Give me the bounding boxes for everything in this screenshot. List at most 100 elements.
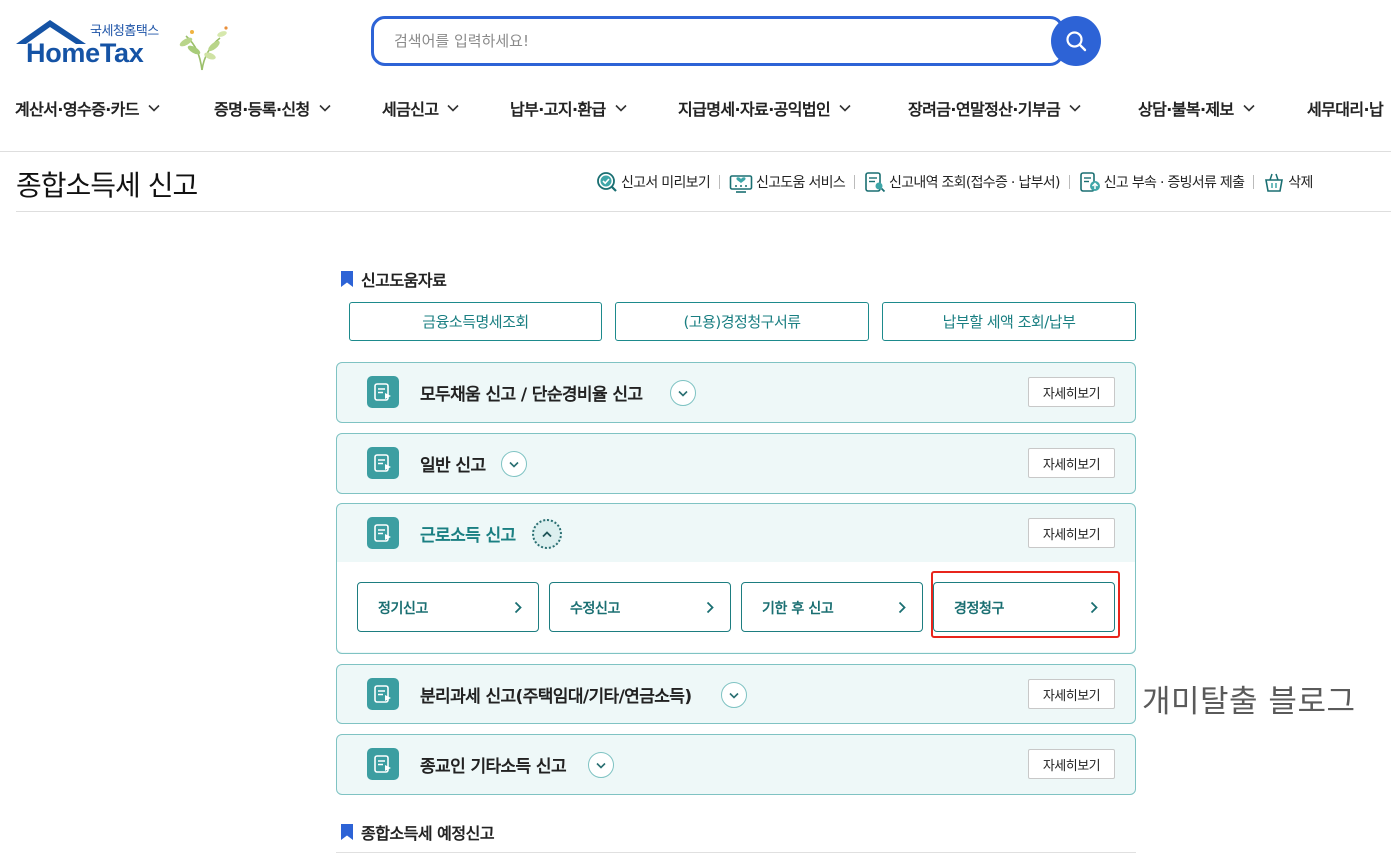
chevron-right-icon <box>514 601 522 614</box>
option-label: 경정청구 <box>954 601 1004 617</box>
accordion-earned-income-return: 근로소득 신고 자세히보기 정기신고 수정신고 기한 후 신고 경정청구 <box>336 503 1136 654</box>
expand-toggle[interactable] <box>670 380 696 406</box>
correction-claim-button[interactable]: 경정청구 <box>933 582 1115 632</box>
nav-label: 장려금·연말정산·기부금 <box>908 100 1061 119</box>
nav-divider <box>0 151 1391 152</box>
nav-item-certificate[interactable]: 증명·등록·신청 <box>214 96 331 120</box>
doc-search-icon <box>865 172 886 193</box>
nav-label: 지급명세·자료·공익법인 <box>678 100 831 119</box>
util-label: 신고도움 서비스 <box>756 175 846 191</box>
plant-icon <box>179 26 228 71</box>
chevron-down-icon <box>839 104 851 112</box>
search-bar <box>371 16 1064 66</box>
section-divider <box>336 852 1136 853</box>
basket-icon <box>1265 173 1284 192</box>
preview-form-link[interactable]: 신고서 미리보기 <box>596 171 711 193</box>
nav-item-invoice[interactable]: 계산서·영수증·카드 <box>15 96 160 120</box>
util-separator <box>1253 175 1255 189</box>
view-details-button[interactable]: 자세히보기 <box>1028 448 1115 478</box>
help-materials-heading: 신고도움자료 <box>340 267 447 291</box>
accordion-simple-return: 모두채움 신고 / 단순경비율 신고 자세히보기 <box>336 362 1136 423</box>
search-button[interactable] <box>1051 16 1101 66</box>
accordion-title: 일반 신고 <box>420 456 486 476</box>
regular-return-button[interactable]: 정기신고 <box>357 582 539 632</box>
nav-label: 증명·등록·신청 <box>214 100 310 119</box>
chevron-down-icon <box>509 461 519 468</box>
view-details-button[interactable]: 자세히보기 <box>1028 749 1115 779</box>
late-return-button[interactable]: 기한 후 신고 <box>741 582 923 632</box>
nav-item-agent[interactable]: 세무대리·납 <box>1307 96 1384 120</box>
chevron-right-icon <box>1090 601 1098 614</box>
utility-links: 신고서 미리보기 신고도움 서비스 신고내역 조회(접수증 · 납부서) 신고 … <box>596 170 1313 194</box>
help-service-link[interactable]: 신고도움 서비스 <box>729 171 846 193</box>
logo-subtitle: 국세청홈택스 <box>90 24 159 39</box>
accordion-general-return: 일반 신고 자세히보기 <box>336 433 1136 494</box>
accordion-religious-income-return: 종교인 기타소득 신고 자세히보기 <box>336 734 1136 795</box>
title-divider <box>16 211 1391 212</box>
accordion-title: 분리과세 신고(주택임대/기타/연금소득) <box>420 687 692 707</box>
chevron-down-icon <box>615 104 627 112</box>
tax-payment-lookup-button[interactable]: 납부할 세액 조회/납부 <box>882 302 1136 341</box>
util-separator <box>1068 175 1070 189</box>
page-title: 종합소득세 신고 <box>16 169 198 202</box>
view-details-button[interactable]: 자세히보기 <box>1028 518 1115 548</box>
nav-item-payment[interactable]: 납부·고지·환급 <box>510 96 627 120</box>
accordion-header[interactable]: 근로소득 신고 자세히보기 <box>337 504 1135 562</box>
nav-item-consulting[interactable]: 상담·불복·제보 <box>1138 96 1255 120</box>
document-icon <box>367 748 399 780</box>
section-title: 종합소득세 예정신고 <box>361 824 495 843</box>
chevron-down-icon <box>148 104 160 112</box>
accordion-title: 모두채움 신고 / 단순경비율 신고 <box>420 385 643 405</box>
accordion-title: 근로소득 신고 <box>420 526 516 546</box>
chevron-right-icon <box>898 601 906 614</box>
logo-text: HomeTax <box>26 38 144 68</box>
view-details-button[interactable]: 자세히보기 <box>1028 377 1115 407</box>
correction-claim-docs-button[interactable]: (고용)경정청구서류 <box>615 302 869 341</box>
nav-item-statement[interactable]: 지급명세·자료·공익법인 <box>678 96 851 120</box>
collapse-toggle[interactable] <box>532 519 562 549</box>
nav-label: 세무대리·납 <box>1307 100 1384 119</box>
doc-upload-icon <box>1079 172 1100 192</box>
chevron-down-icon <box>447 104 460 112</box>
submit-documents-link[interactable]: 신고 부속 · 증빙서류 제출 <box>1079 171 1245 193</box>
accordion-header[interactable]: 모두채움 신고 / 단순경비율 신고 자세히보기 <box>337 363 1135 421</box>
document-icon <box>367 447 399 479</box>
blog-watermark: 개미탈출 블로그 <box>1142 684 1356 720</box>
search-icon <box>1066 31 1087 52</box>
nav-item-tax-return[interactable]: 세금신고 <box>382 96 460 120</box>
option-label: 기한 후 신고 <box>762 601 834 617</box>
chevron-down-icon <box>1069 104 1081 112</box>
expand-toggle[interactable] <box>501 451 527 477</box>
accordion-header[interactable]: 종교인 기타소득 신고 자세히보기 <box>337 735 1135 793</box>
main-navigation: 계산서·영수증·카드 증명·등록·신청 세금신고 납부·고지·환급 지급명세·자… <box>0 96 1391 126</box>
return-history-link[interactable]: 신고내역 조회(접수증 · 납부서) <box>864 171 1060 193</box>
view-details-button[interactable]: 자세히보기 <box>1028 679 1115 709</box>
search-input[interactable] <box>394 19 1014 63</box>
chevron-down-icon <box>1243 104 1255 112</box>
util-label: 삭제 <box>1288 175 1313 191</box>
nav-label: 계산서·영수증·카드 <box>15 100 140 119</box>
util-label: 신고서 미리보기 <box>621 175 711 191</box>
financial-income-lookup-button[interactable]: 금융소득명세조회 <box>349 302 602 341</box>
nav-label: 상담·불복·제보 <box>1138 100 1234 119</box>
util-label: 신고내역 조회(접수증 · 납부서) <box>889 175 1060 191</box>
expand-toggle[interactable] <box>588 752 614 778</box>
amended-return-button[interactable]: 수정신고 <box>549 582 731 632</box>
chevron-down-icon <box>678 390 688 397</box>
accordion-header[interactable]: 일반 신고 자세히보기 <box>337 434 1135 492</box>
magnify-check-icon <box>597 172 617 192</box>
hometax-logo[interactable]: 국세청홈택스 HomeTax <box>14 16 234 72</box>
delete-link[interactable]: 삭제 <box>1263 171 1313 193</box>
accordion-header[interactable]: 분리과세 신고(주택임대/기타/연금소득) 자세히보기 <box>337 665 1135 723</box>
document-icon <box>367 376 399 408</box>
nav-label: 납부·고지·환급 <box>510 100 606 119</box>
chevron-down-icon <box>729 692 739 699</box>
nav-label: 세금신고 <box>382 100 439 119</box>
nav-item-incentive[interactable]: 장려금·연말정산·기부금 <box>908 96 1081 120</box>
document-icon <box>367 678 399 710</box>
accordion-body: 정기신고 수정신고 기한 후 신고 경정청구 <box>337 562 1135 652</box>
monitor-heart-icon <box>729 175 753 193</box>
expand-toggle[interactable] <box>721 682 747 708</box>
document-icon <box>367 517 399 549</box>
util-separator <box>854 175 856 189</box>
